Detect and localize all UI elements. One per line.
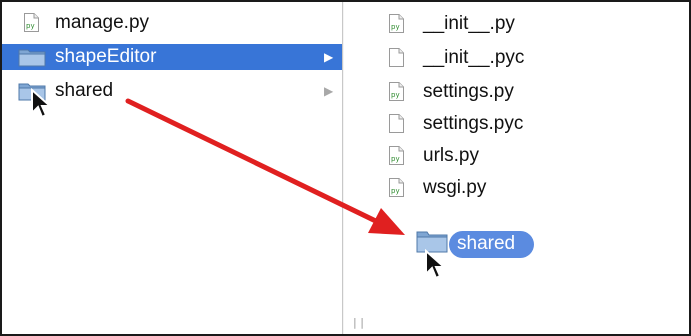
file-name-label: wsgi.py — [423, 177, 487, 198]
file-name-label: __init__.py — [423, 13, 515, 34]
list-item-settings-pyc[interactable]: settings.pyc — [385, 110, 665, 138]
python-file-icon: py — [389, 146, 404, 165]
file-name-label: manage.py — [55, 12, 150, 33]
disclosure-triangle-icon[interactable]: ▶ — [324, 85, 333, 97]
mouse-pointer-icon — [425, 249, 446, 280]
folder-icon — [18, 49, 46, 67]
file-name-label: settings.pyc — [423, 113, 524, 134]
list-item-wsgi-py[interactable]: py wsgi.py — [385, 174, 665, 202]
column-resize-grip[interactable]: | | — [353, 316, 364, 329]
svg-text:py: py — [391, 187, 400, 195]
finder-column-view: | | py manage.py shapeEditor ▶ shared ▶ — [0, 0, 691, 336]
drag-preview-label: shared — [449, 231, 534, 258]
python-file-icon: py — [389, 14, 404, 33]
svg-text:py: py — [391, 91, 400, 99]
list-item-shapeeditor[interactable]: shapeEditor ▶ — [2, 44, 342, 70]
list-item-manage-py[interactable]: py manage.py — [2, 10, 342, 36]
svg-text:py: py — [391, 155, 400, 163]
python-file-icon: py — [389, 82, 404, 101]
list-item-init-py[interactable]: py __init__.py — [385, 10, 665, 38]
file-name-label: urls.py — [423, 145, 479, 166]
disclosure-triangle-icon[interactable]: ▶ — [324, 51, 333, 63]
list-item-urls-py[interactable]: py urls.py — [385, 142, 665, 170]
blank-file-icon — [389, 114, 404, 133]
folder-name-label: shared — [55, 80, 114, 101]
list-item-shared[interactable]: shared ▶ — [2, 78, 342, 104]
svg-text:py: py — [26, 22, 35, 30]
list-item-settings-py[interactable]: py settings.py — [385, 78, 665, 106]
svg-text:py: py — [391, 23, 400, 31]
file-name-label: __init__.pyc — [423, 47, 525, 68]
window-border-top — [0, 0, 691, 2]
mouse-pointer-icon — [31, 88, 52, 119]
file-name-label: settings.py — [423, 81, 514, 102]
python-file-icon: py — [389, 178, 404, 197]
drag-preview-text: shared — [457, 233, 516, 254]
folder-name-label: shapeEditor — [55, 46, 157, 67]
blank-file-icon — [389, 48, 404, 67]
python-file-icon: py — [24, 13, 39, 32]
column-divider-shadow — [343, 2, 344, 334]
list-item-init-pyc[interactable]: __init__.pyc — [385, 44, 665, 72]
